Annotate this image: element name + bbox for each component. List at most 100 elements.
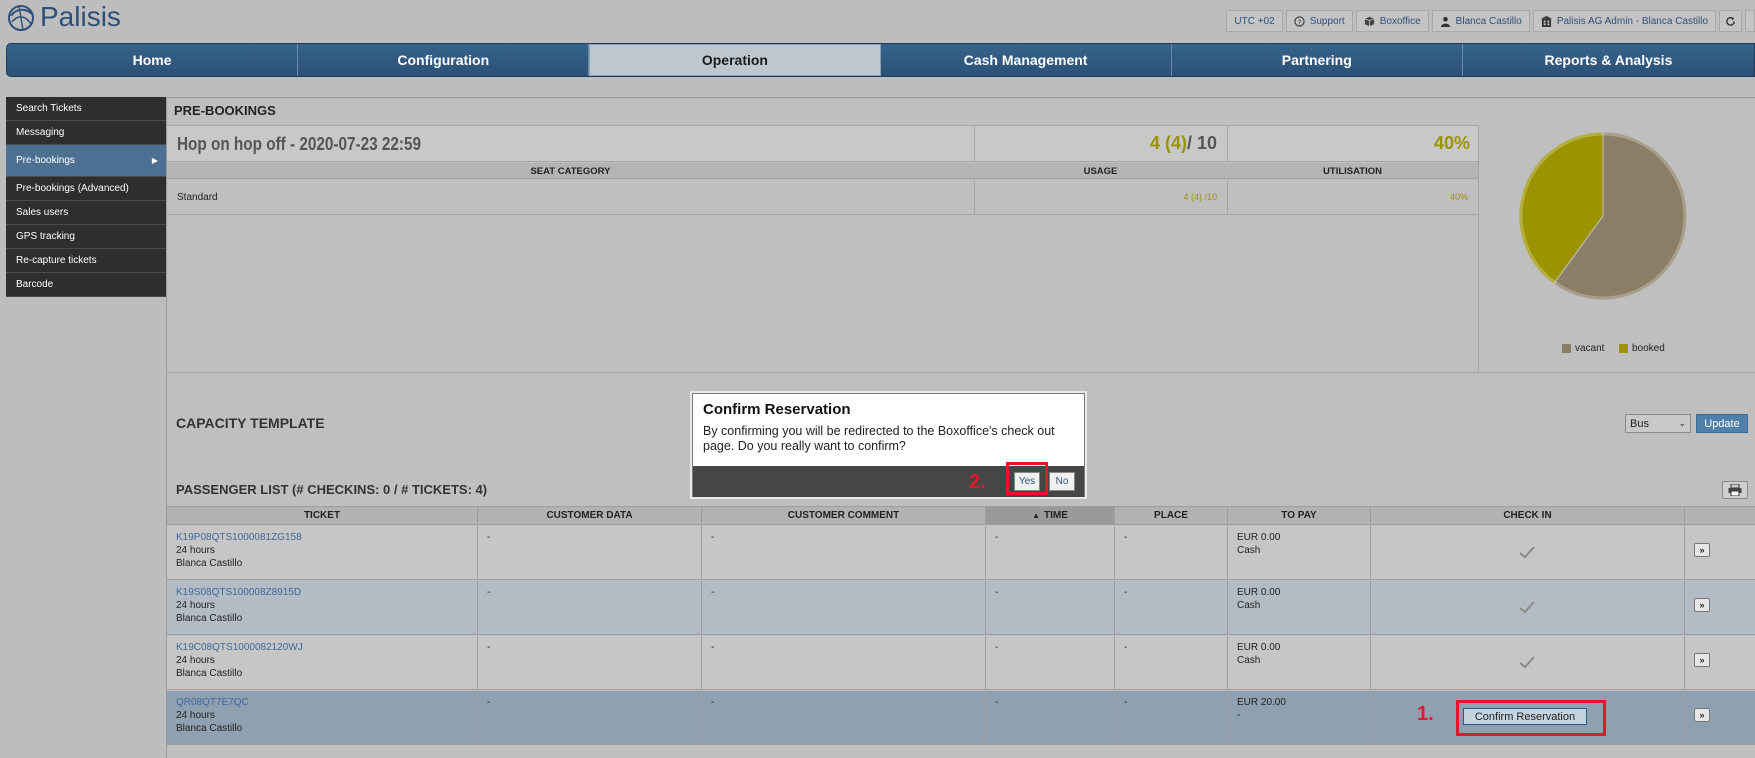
- user-name: Blanca Castillo: [1455, 15, 1522, 27]
- ticket-duration: 24 hours: [176, 655, 215, 666]
- column-header-customer-comment[interactable]: CUSTOMER COMMENT: [702, 507, 986, 524]
- chevron-right-icon: ▶: [151, 156, 158, 165]
- passenger-name: Blanca Castillo: [176, 613, 243, 624]
- dialog-message: By confirming you will be redirected to …: [703, 424, 1055, 453]
- row-details-button[interactable]: »: [1694, 708, 1710, 722]
- sidebar-item-label: Barcode: [16, 279, 54, 290]
- capacity-template-title: CAPACITY TEMPLATE: [176, 415, 325, 431]
- event-name: Hop on hop off - 2020-07-23 22:59: [177, 134, 422, 154]
- capacity-template-value: Bus: [1630, 417, 1649, 430]
- nav-cash-management[interactable]: Cash Management: [880, 44, 1172, 76]
- pay-method: -: [1237, 710, 1241, 721]
- ticket-link[interactable]: K19P08QTS1000081ZG158: [176, 531, 468, 544]
- seat-usage: 4 (4) /10: [974, 180, 1227, 215]
- palisis-logo[interactable]: Palisis: [6, 1, 121, 32]
- utilisation-chart-panel: vacant booked: [1478, 125, 1755, 373]
- ticket-link[interactable]: K19C08QTS1000082120WJ: [176, 641, 468, 654]
- building-icon: [1540, 15, 1552, 27]
- sidebar-item-barcode[interactable]: Barcode: [6, 273, 166, 297]
- event-usage: 4 (4) / 10: [974, 126, 1227, 161]
- column-header-place-label: PLACE: [1154, 510, 1188, 521]
- help-circle-icon: ?: [1294, 15, 1305, 27]
- timezone-indicator[interactable]: UTC +02: [1226, 10, 1283, 32]
- legend-booked: booked: [1619, 343, 1665, 354]
- sidebar-item-pre-bookings[interactable]: Pre-bookings ▶: [6, 145, 166, 177]
- place-cell: -: [1115, 691, 1228, 745]
- nav-configuration[interactable]: Configuration: [298, 44, 590, 76]
- seat-table-row: Standard 4 (4) /10 40%: [167, 180, 1478, 215]
- sidebar-item-search-tickets[interactable]: Search Tickets: [6, 97, 166, 121]
- column-header-time[interactable]: ▲ TIME: [986, 507, 1115, 524]
- boxoffice-link[interactable]: Boxoffice: [1355, 10, 1429, 32]
- passenger-name: Blanca Castillo: [176, 723, 243, 734]
- ticket-link[interactable]: QR08QT7E7QC: [176, 696, 468, 709]
- main-navigation: Home Configuration Operation Cash Manage…: [6, 43, 1755, 77]
- annotation-step-2: 2.: [969, 471, 986, 493]
- chevron-down-icon: ⌄: [1678, 418, 1686, 428]
- check-icon: [1519, 601, 1535, 614]
- ticket-duration: 24 hours: [176, 600, 215, 611]
- support-label: Support: [1309, 15, 1345, 27]
- pie-chart: [1518, 131, 1688, 301]
- event-usage-booked: 4 (4): [1149, 133, 1187, 153]
- row-details-button[interactable]: »: [1694, 598, 1710, 612]
- overflow-menu[interactable]: [1745, 10, 1755, 32]
- check-icon: [1519, 656, 1535, 669]
- table-row: K19P08QTS1000081ZG158 24 hours Blanca Ca…: [167, 526, 1755, 580]
- table-row: K19C08QTS1000082120WJ 24 hours Blanca Ca…: [167, 636, 1755, 690]
- ticket-duration: 24 hours: [176, 545, 215, 556]
- sidebar-item-pre-bookings-advanced[interactable]: Pre-bookings (Advanced): [6, 177, 166, 201]
- customer-data-cell: -: [478, 526, 702, 580]
- time-cell: -: [986, 636, 1115, 690]
- column-header-place[interactable]: PLACE: [1115, 507, 1228, 524]
- nav-operation[interactable]: Operation: [589, 44, 881, 76]
- print-button[interactable]: [1722, 481, 1748, 499]
- nav-reports-analysis[interactable]: Reports & Analysis: [1462, 44, 1754, 76]
- row-details-button[interactable]: »: [1694, 543, 1710, 557]
- brand-name: Palisis: [40, 1, 121, 32]
- nav-partnering[interactable]: Partnering: [1171, 44, 1463, 76]
- to-pay-cell: EUR 0.00 Cash: [1228, 581, 1371, 635]
- column-header-check-in[interactable]: CHECK IN: [1371, 507, 1685, 524]
- support-link[interactable]: ? Support: [1285, 10, 1353, 32]
- ticket-link[interactable]: K19S08QTS100008Z8915D: [176, 586, 468, 599]
- update-button[interactable]: Update: [1696, 414, 1748, 433]
- row-details-button[interactable]: »: [1694, 653, 1710, 667]
- ticket-duration: 24 hours: [176, 710, 215, 721]
- boxoffice-label: Boxoffice: [1379, 15, 1421, 27]
- annotation-highlight-confirm: [1456, 700, 1606, 736]
- sidebar-item-re-capture-tickets[interactable]: Re-capture tickets: [6, 249, 166, 273]
- sort-ascending-icon: ▲: [1032, 511, 1041, 520]
- column-header-ticket-label: TICKET: [303, 510, 341, 521]
- sidebar: Search Tickets Messaging Pre-bookings ▶ P…: [6, 97, 166, 297]
- time-cell: -: [986, 581, 1115, 635]
- user-menu[interactable]: Blanca Castillo: [1431, 10, 1530, 32]
- sidebar-item-sales-users[interactable]: Sales users: [6, 201, 166, 225]
- pay-method: Cash: [1237, 600, 1261, 611]
- check-icon: [1519, 546, 1535, 559]
- refresh-button[interactable]: [1719, 10, 1742, 32]
- customer-comment-cell: -: [702, 581, 986, 635]
- logo-globe-icon: [8, 5, 34, 31]
- column-header-to-pay[interactable]: TO PAY: [1228, 507, 1371, 524]
- sidebar-item-gps-tracking[interactable]: GPS tracking: [6, 225, 166, 249]
- column-header-ticket[interactable]: TICKET: [167, 507, 478, 524]
- legend-swatch-vacant: [1562, 344, 1571, 353]
- sidebar-item-label: Re-capture tickets: [16, 255, 97, 266]
- organization-name: Palisis AG Admin - Blanca Castillo: [1556, 15, 1708, 27]
- place-cell: -: [1115, 581, 1228, 635]
- sidebar-item-messaging[interactable]: Messaging: [6, 121, 166, 145]
- nav-home[interactable]: Home: [7, 44, 299, 76]
- print-icon: [1728, 484, 1742, 496]
- customer-comment-cell: -: [702, 636, 986, 690]
- capacity-template-select[interactable]: Bus ⌄: [1625, 414, 1691, 433]
- passenger-name: Blanca Castillo: [176, 668, 243, 679]
- to-pay-amount: EUR 20.00: [1237, 697, 1286, 708]
- organization-menu[interactable]: Palisis AG Admin - Blanca Castillo: [1532, 10, 1716, 32]
- passenger-table-header: TICKET CUSTOMER DATA CUSTOMER COMMENT ▲ T…: [167, 506, 1755, 525]
- event-utilisation: 40%: [1227, 126, 1478, 161]
- sidebar-item-label: Search Tickets: [16, 103, 82, 114]
- to-pay-cell: EUR 0.00 Cash: [1228, 526, 1371, 580]
- column-header-customer-data[interactable]: CUSTOMER DATA: [478, 507, 702, 524]
- no-button[interactable]: No: [1049, 472, 1075, 491]
